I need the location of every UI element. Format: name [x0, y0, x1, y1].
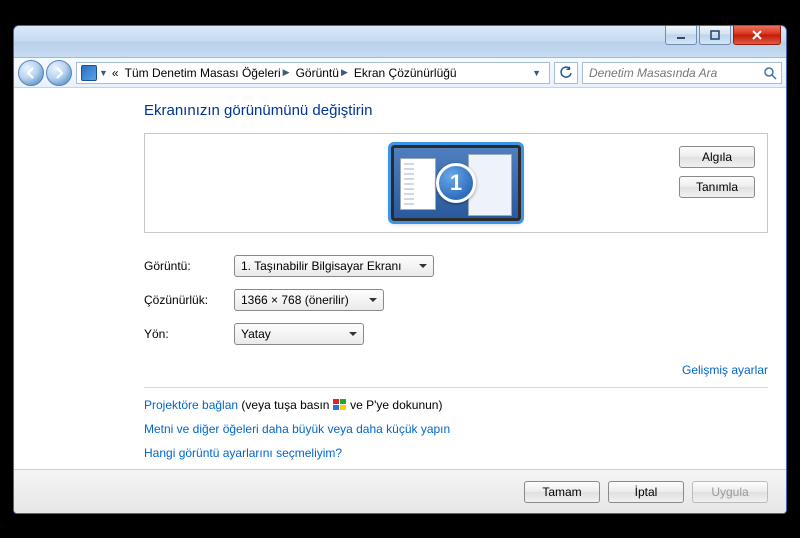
textsize-link[interactable]: Metni ve diğer öğeleri daha büyük veya d… — [144, 422, 450, 436]
breadcrumb-overflow[interactable]: « — [110, 66, 121, 80]
nav-bar: ▼ « Tüm Denetim Masası Öğeleri ▶ Görüntü… — [14, 58, 786, 88]
orientation-combo[interactable]: Yatay — [234, 323, 364, 345]
chevron-right-icon: ▶ — [283, 67, 290, 78]
breadcrumb-item[interactable]: Tüm Denetim Masası Öğeleri ▶ — [123, 66, 292, 80]
breadcrumb-label: Görüntü — [296, 66, 339, 80]
content-area: Ekranınızın görünümünü değiştirin 1 Algı… — [14, 88, 786, 469]
help-links: Projektöre bağlan (veya tuşa basın ve P'… — [144, 398, 768, 460]
back-button[interactable] — [18, 60, 44, 86]
monitor-thumbnail[interactable]: 1 — [391, 145, 521, 221]
window: ▼ « Tüm Denetim Masası Öğeleri ▶ Görüntü… — [13, 25, 787, 514]
monitor-number-badge: 1 — [436, 163, 476, 203]
search-icon — [763, 66, 777, 80]
window-controls — [665, 25, 781, 45]
breadcrumb-label: Tüm Denetim Masası Öğeleri — [125, 66, 281, 80]
separator — [144, 387, 768, 388]
projector-help-text-2: ve P'ye dokunun) — [347, 398, 443, 412]
search-box[interactable] — [582, 62, 782, 84]
control-panel-icon — [81, 65, 97, 81]
refresh-icon — [559, 66, 573, 80]
minimize-icon — [676, 30, 686, 40]
page-title: Ekranınızın görünümünü değiştirin — [144, 102, 768, 119]
nav-back-forward — [18, 60, 72, 86]
maximize-button[interactable] — [699, 25, 731, 45]
which-settings-link[interactable]: Hangi görüntü ayarlarını seçmeliyim? — [144, 446, 342, 460]
resolution-label: Çözünürlük: — [144, 293, 234, 307]
ok-button[interactable]: Tamam — [524, 481, 600, 503]
chevron-right-icon: ▶ — [341, 67, 348, 78]
breadcrumb[interactable]: ▼ « Tüm Denetim Masası Öğeleri ▶ Görüntü… — [76, 62, 550, 84]
arrow-left-icon — [25, 67, 37, 79]
refresh-button[interactable] — [554, 62, 578, 84]
combo-value: 1366 × 768 (önerilir) — [241, 293, 349, 307]
resolution-row: Çözünürlük: 1366 × 768 (önerilir) — [144, 289, 768, 311]
breadcrumb-item[interactable]: Görüntü ▶ — [294, 66, 350, 80]
dialog-button-bar: Tamam İptal Uygula — [14, 469, 786, 513]
projector-help-text: (veya tuşa basın — [238, 398, 333, 412]
monitor-decor — [400, 158, 436, 210]
advanced-settings-link[interactable]: Gelişmiş ayarlar — [682, 363, 768, 377]
identify-button[interactable]: Tanımla — [679, 176, 755, 198]
display-preview: 1 Algıla Tanımla — [144, 133, 768, 233]
breadcrumb-item[interactable]: Ekran Çözünürlüğü — [352, 66, 459, 80]
minimize-button[interactable] — [665, 25, 697, 45]
breadcrumb-label: Ekran Çözünürlüğü — [354, 66, 457, 80]
cancel-button[interactable]: İptal — [608, 481, 684, 503]
maximize-icon — [710, 30, 720, 40]
apply-button[interactable]: Uygula — [692, 481, 768, 503]
breadcrumb-dropdown[interactable]: ▼ — [528, 68, 545, 78]
search-input[interactable] — [587, 65, 763, 81]
display-label: Görüntü: — [144, 259, 234, 273]
projector-link[interactable]: Projektöre bağlan — [144, 398, 238, 412]
combo-value: Yatay — [241, 327, 271, 341]
display-row: Görüntü: 1. Taşınabilir Bilgisayar Ekran… — [144, 255, 768, 277]
detect-button[interactable]: Algıla — [679, 146, 755, 168]
display-combo[interactable]: 1. Taşınabilir Bilgisayar Ekranı — [234, 255, 434, 277]
chevron-down-icon: ▼ — [99, 68, 108, 78]
windows-key-icon — [333, 399, 347, 411]
close-button[interactable] — [733, 25, 781, 45]
resolution-combo[interactable]: 1366 × 768 (önerilir) — [234, 289, 384, 311]
preview-side-buttons: Algıla Tanımla — [679, 146, 755, 198]
forward-button[interactable] — [46, 60, 72, 86]
arrow-right-icon — [53, 67, 65, 79]
title-bar — [14, 26, 786, 58]
orientation-label: Yön: — [144, 327, 234, 341]
close-icon — [751, 30, 763, 40]
orientation-row: Yön: Yatay — [144, 323, 768, 345]
combo-value: 1. Taşınabilir Bilgisayar Ekranı — [241, 259, 402, 273]
